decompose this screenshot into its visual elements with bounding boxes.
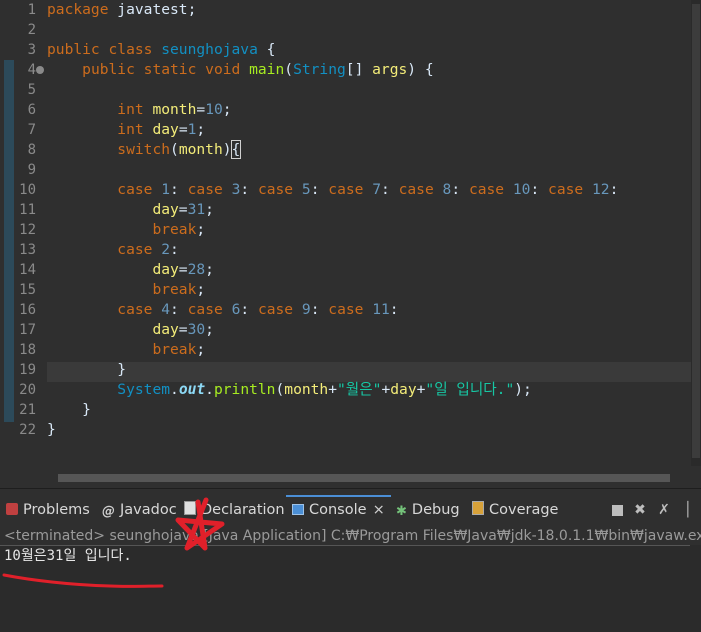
- code-line-1: package javatest;: [47, 1, 197, 18]
- fold-marker-icon[interactable]: [36, 66, 44, 74]
- console-status: <terminated> seunghojava [Java Applicati…: [4, 528, 701, 544]
- line-number: 1: [27, 2, 36, 18]
- problems-icon: [6, 503, 18, 515]
- code-line-4: public static void main(String[] args) {: [82, 61, 434, 78]
- toolbar-separator-icon: │: [683, 502, 693, 518]
- code-line-3: public class seunghojava {: [47, 41, 276, 58]
- code-line-19: }: [117, 361, 127, 378]
- line-number: 2: [27, 22, 36, 38]
- tab-coverage[interactable]: Coverage: [472, 497, 558, 523]
- line-number: 3: [27, 42, 36, 58]
- code-editor[interactable]: 1 2 3 4 5 6 7 8 9 10 11 12 13 14 15 16 17 18 19 20 21 22 pack…: [0, 0, 701, 488]
- line-number: 22: [19, 422, 36, 438]
- tab-coverage-label: Coverage: [489, 502, 559, 518]
- coverage-icon: [472, 501, 484, 515]
- code-line-10: case 1: case 3: case 5: case 7: case 8: …: [117, 181, 619, 198]
- code-line-7: int day=1;: [117, 121, 206, 138]
- code-line-13: case 2:: [117, 241, 179, 258]
- debug-icon: ✱: [396, 504, 407, 519]
- horizontal-scrollbar-thumb[interactable]: [58, 474, 670, 482]
- code-line-17: day=30;: [152, 321, 214, 338]
- tab-console[interactable]: Console ×: [286, 495, 391, 523]
- remove-all-icon[interactable]: ✗: [657, 503, 671, 517]
- panel-tab-bar: Problems @ Javadoc Declaration Console × ✱…: [0, 493, 701, 525]
- code-line-11: day=31;: [152, 201, 214, 218]
- terminate-icon[interactable]: [612, 505, 623, 516]
- code-line-8: switch(month){: [117, 140, 242, 159]
- console-output-line: 10월은31일 입니다.: [4, 548, 132, 564]
- code-line-22: }: [47, 421, 56, 438]
- remove-launch-icon[interactable]: ✖: [633, 503, 647, 517]
- change-ruler: [4, 60, 14, 422]
- code-line-16: case 4: case 6: case 9: case 11:: [117, 301, 399, 318]
- declaration-icon: [184, 501, 196, 515]
- tab-problems[interactable]: Problems: [6, 497, 90, 523]
- code-line-18: break;: [152, 341, 206, 358]
- horizontal-scrollbar[interactable]: [0, 466, 701, 488]
- tab-debug[interactable]: ✱ Debug: [396, 497, 460, 523]
- tab-declaration-label: Declaration: [201, 502, 285, 518]
- vertical-scrollbar[interactable]: [691, 0, 701, 466]
- tab-debug-label: Debug: [411, 502, 460, 518]
- close-icon[interactable]: ×: [373, 502, 385, 518]
- code-line-21: }: [82, 401, 91, 418]
- tab-javadoc-label: Javadoc: [120, 502, 177, 518]
- javadoc-icon: @: [102, 504, 115, 519]
- code-line-15: break;: [152, 281, 206, 298]
- panel-toolbar: ✖ ✗ │: [612, 503, 695, 521]
- vertical-scrollbar-thumb[interactable]: [692, 4, 700, 458]
- code-line-6: int month=10;: [117, 101, 232, 118]
- bottom-panel: Problems @ Javadoc Declaration Console × ✱…: [0, 488, 701, 632]
- code-line-14: day=28;: [152, 261, 214, 278]
- code-line-20: System.out.println(month+"월은"+day+"일 입니다…: [117, 381, 532, 398]
- code-line-12: break;: [152, 221, 206, 238]
- console-icon: [292, 504, 304, 515]
- tab-declaration[interactable]: Declaration: [184, 497, 285, 523]
- tab-problems-label: Problems: [23, 502, 90, 518]
- tab-javadoc[interactable]: @ Javadoc: [102, 497, 177, 523]
- code-text[interactable]: package javatest; public class seunghoja…: [47, 0, 701, 466]
- tab-console-label: Console: [309, 502, 367, 518]
